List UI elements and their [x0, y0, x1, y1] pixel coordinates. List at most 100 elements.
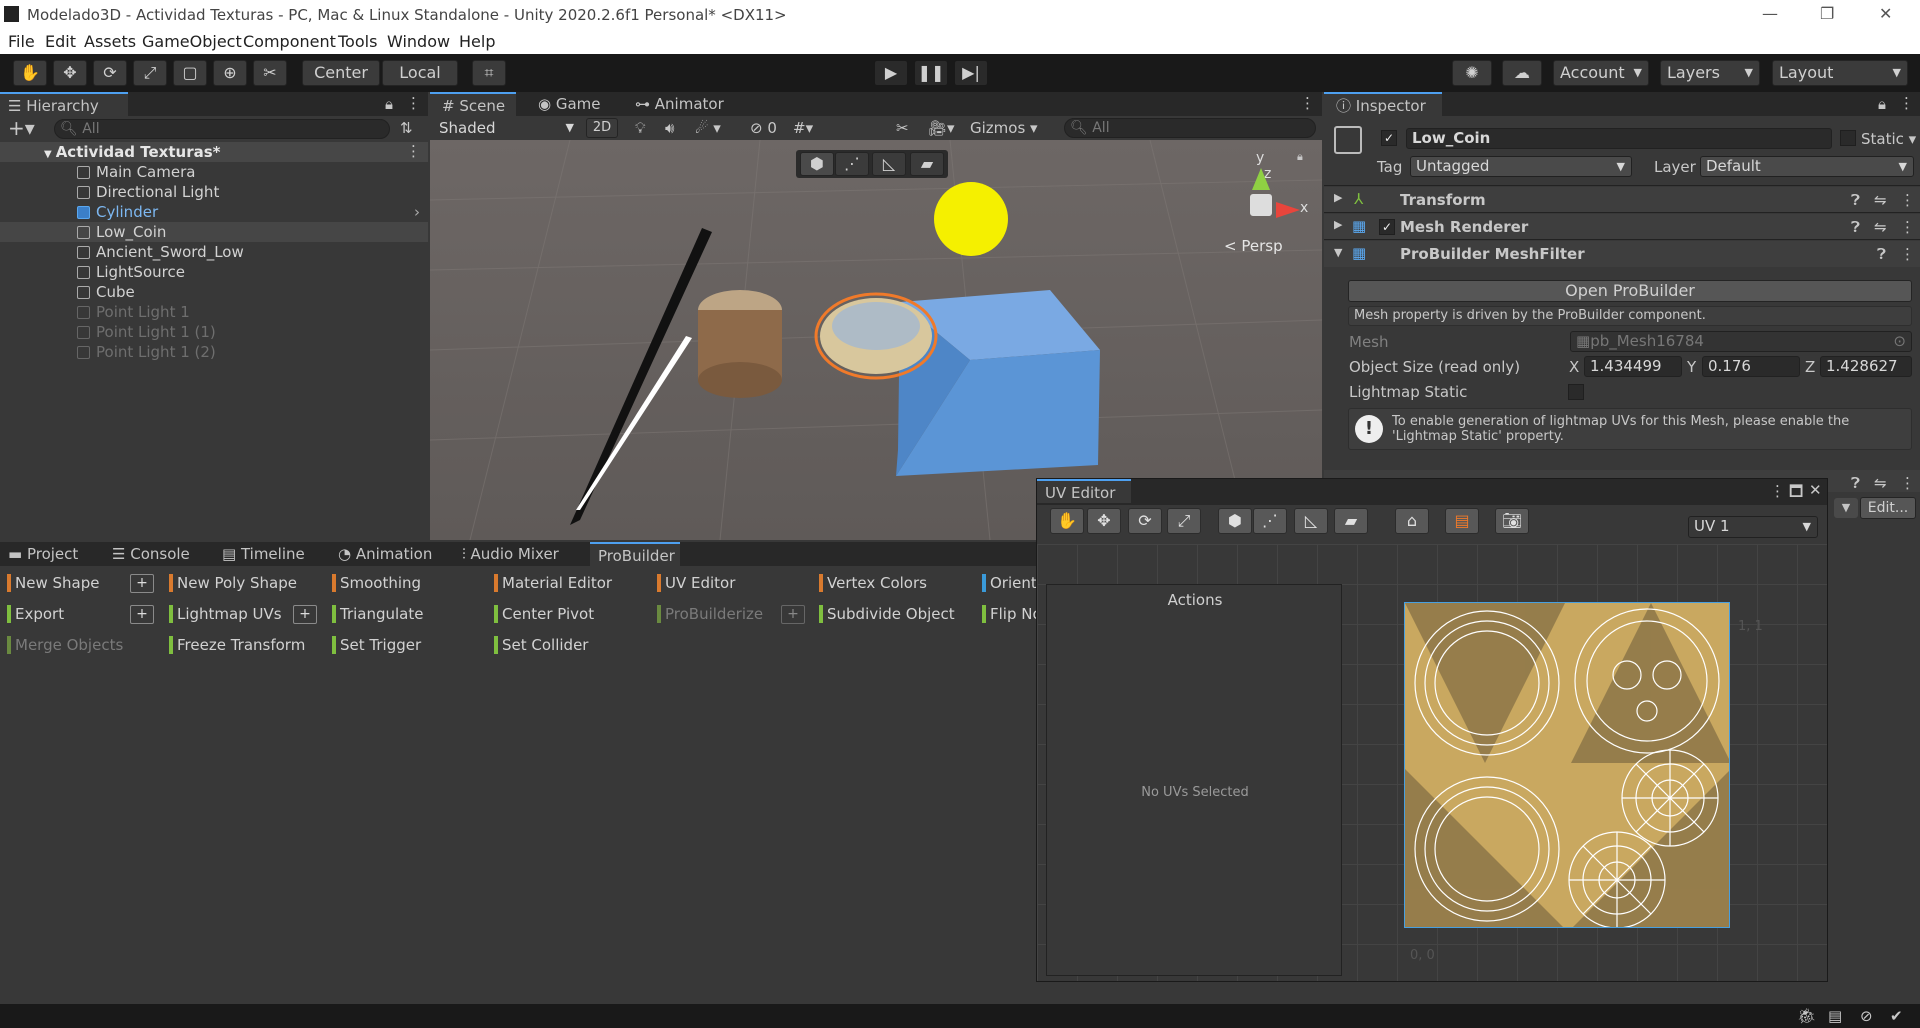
hierarchy-item[interactable]: Main Camera: [0, 162, 428, 182]
pivot-local-button[interactable]: Local: [382, 60, 458, 86]
tab-probuilder[interactable]: ProBuilder: [590, 542, 680, 566]
tab-project[interactable]: ▬ Project: [8, 542, 78, 566]
dropdown-arrow[interactable]: ▼: [1834, 498, 1858, 518]
pb-uv-editor[interactable]: UV Editor: [657, 572, 735, 594]
layers-dropdown[interactable]: Layers ▼: [1660, 60, 1760, 86]
help-icon[interactable]: ❓︎: [1851, 218, 1860, 236]
kebab-menu-icon[interactable]: ⋮: [1770, 482, 1785, 500]
static-label[interactable]: Static ▾: [1861, 130, 1916, 148]
custom-tool-icon[interactable]: ✂: [253, 60, 287, 86]
add-icon[interactable]: +▾: [8, 116, 35, 140]
pb-freeze-transform[interactable]: Freeze Transform: [169, 634, 305, 656]
kebab-menu-icon[interactable]: ⋮: [1300, 94, 1315, 112]
help-icon[interactable]: ❓︎: [1877, 245, 1886, 263]
scale-tool-icon[interactable]: ⤢: [133, 60, 167, 86]
pb-center-pivot[interactable]: Center Pivot: [494, 603, 594, 625]
vertex-mode-icon[interactable]: ⋰: [835, 152, 869, 176]
effects-icon[interactable]: ☄ ▾: [695, 119, 721, 137]
close-icon[interactable]: ✕: [1809, 481, 1822, 499]
face-mode-icon[interactable]: ▰: [1334, 508, 1368, 534]
uv-channel-dropdown[interactable]: UV 1 ▼: [1688, 516, 1818, 538]
lighting-icon[interactable]: 💡︎: [635, 119, 646, 137]
scene-root-row[interactable]: ▼ Actividad Texturas*: [0, 142, 428, 162]
pb-new-shape[interactable]: New Shape: [7, 572, 99, 594]
pivot-center-button[interactable]: Center: [302, 60, 380, 86]
lock-icon[interactable]: 🔒︎: [1297, 150, 1303, 164]
camera-icon[interactable]: 🎥︎▾: [928, 119, 955, 137]
probuilderize-options-button[interactable]: +: [781, 605, 805, 624]
tab-animator[interactable]: ⊶ Animator: [635, 92, 724, 116]
component-probuilder-meshfilter[interactable]: ▼ ▦ ProBuilder MeshFilter ❓︎ ⋮: [1324, 241, 1920, 267]
tab-game[interactable]: ◉ Game: [538, 92, 601, 116]
persp-label[interactable]: < Persp: [1224, 237, 1283, 255]
component-transform[interactable]: ▶ ⅄ Transform ❓︎ ⇋ ⋮: [1324, 187, 1920, 213]
kebab-menu-icon[interactable]: ⋮: [406, 142, 421, 160]
account-dropdown[interactable]: Account ▼: [1553, 60, 1649, 86]
tab-console[interactable]: ☰ Console: [112, 542, 190, 566]
hierarchy-item[interactable]: Point Light 1 (1): [0, 322, 428, 342]
component-mesh-renderer[interactable]: ▶ ▦ ✓ Mesh Renderer ❓︎ ⇋ ⋮: [1324, 214, 1920, 240]
kebab-menu-icon[interactable]: ⋮: [1900, 191, 1915, 209]
transform-tool-icon[interactable]: ⊕: [213, 60, 247, 86]
lighting-status-icon[interactable]: ✔: [1890, 1007, 1903, 1025]
edge-mode-icon[interactable]: ◺: [1294, 508, 1328, 534]
object-mode-icon[interactable]: ⬢: [1218, 508, 1252, 534]
audio-icon[interactable]: 🔊︎: [665, 119, 674, 137]
minimize-button[interactable]: —: [1762, 4, 1778, 23]
static-checkbox[interactable]: [1840, 130, 1856, 146]
hierarchy-item-selected[interactable]: Low_Coin: [0, 222, 428, 242]
hierarchy-item[interactable]: Point Light 1 (2): [0, 342, 428, 362]
rotate-tool-icon[interactable]: ⟳: [1128, 508, 1162, 534]
kebab-menu-icon[interactable]: ⋮: [1900, 245, 1915, 263]
play-button[interactable]: ▶: [874, 60, 908, 86]
menu-file[interactable]: File: [8, 32, 35, 51]
collab-icon[interactable]: ✺: [1452, 60, 1492, 86]
pb-probuilderize[interactable]: ProBuilderize: [657, 603, 763, 625]
lock-icon[interactable]: 🔒︎: [1878, 95, 1886, 113]
hierarchy-item[interactable]: Directional Light: [0, 182, 428, 202]
pb-lightmap-uvs[interactable]: Lightmap UVs: [169, 603, 282, 625]
face-mode-icon[interactable]: ▰: [910, 152, 944, 176]
kebab-menu-icon[interactable]: ⋮: [1899, 94, 1914, 112]
hidden-objects-icon[interactable]: ⊘ 0: [750, 119, 777, 137]
tab-uv-editor[interactable]: UV Editor: [1037, 479, 1131, 503]
lock-icon[interactable]: 🔒︎: [385, 95, 393, 113]
restore-button[interactable]: ❐: [1820, 4, 1834, 23]
tab-animation[interactable]: ◔ Animation: [338, 542, 432, 566]
tab-scene[interactable]: # Scene: [430, 92, 516, 116]
uv-render-icon[interactable]: ▤: [1445, 508, 1479, 534]
hierarchy-search-input[interactable]: 🔍︎ All: [54, 119, 390, 139]
preset-icon[interactable]: ⇋: [1874, 474, 1887, 492]
layout-dropdown[interactable]: Layout ▼: [1772, 60, 1908, 86]
hierarchy-item[interactable]: LightSource: [0, 262, 428, 282]
pb-subdivide-object[interactable]: Subdivide Object: [819, 603, 955, 625]
object-name-field[interactable]: Low_Coin: [1406, 128, 1832, 149]
move-tool-icon[interactable]: ✥: [1087, 508, 1121, 534]
gizmos-dropdown[interactable]: Gizmos ▾: [970, 119, 1038, 137]
auto-generate-icon[interactable]: ⊘: [1860, 1007, 1873, 1025]
layer-dropdown[interactable]: Default ▼: [1700, 156, 1914, 177]
rect-tool-icon[interactable]: ▢: [173, 60, 207, 86]
tab-inspector[interactable]: ⓘ Inspector: [1324, 92, 1442, 116]
menu-tools[interactable]: Tools: [338, 32, 377, 51]
pause-button[interactable]: ❚❚: [914, 60, 948, 86]
menu-edit[interactable]: Edit: [45, 32, 76, 51]
hand-tool-icon[interactable]: ✋: [1050, 508, 1084, 534]
pb-smoothing[interactable]: Smoothing: [332, 572, 421, 594]
hierarchy-item[interactable]: Point Light 1: [0, 302, 428, 322]
edit-button[interactable]: Edit...: [1860, 497, 1916, 519]
hand-tool-icon[interactable]: ✋: [13, 60, 47, 86]
kebab-menu-icon[interactable]: ⋮: [406, 94, 421, 112]
hierarchy-item[interactable]: Cylinder ›: [0, 202, 428, 222]
tools-icon[interactable]: ✂: [896, 119, 909, 137]
lightmap-uvs-options-button[interactable]: +: [293, 605, 317, 624]
kebab-menu-icon[interactable]: ⋮: [1900, 218, 1915, 236]
menu-help[interactable]: Help: [459, 32, 495, 51]
open-probuilder-button[interactable]: Open ProBuilder: [1348, 280, 1912, 302]
scene-search-input[interactable]: 🔍︎ All: [1064, 118, 1316, 138]
tag-dropdown[interactable]: Untagged ▼: [1410, 156, 1632, 177]
preset-icon[interactable]: ⇋: [1874, 191, 1887, 209]
rotate-tool-icon[interactable]: ⟳: [93, 60, 127, 86]
tab-timeline[interactable]: ▤ Timeline: [222, 542, 305, 566]
grid-icon[interactable]: #▾: [793, 119, 813, 137]
